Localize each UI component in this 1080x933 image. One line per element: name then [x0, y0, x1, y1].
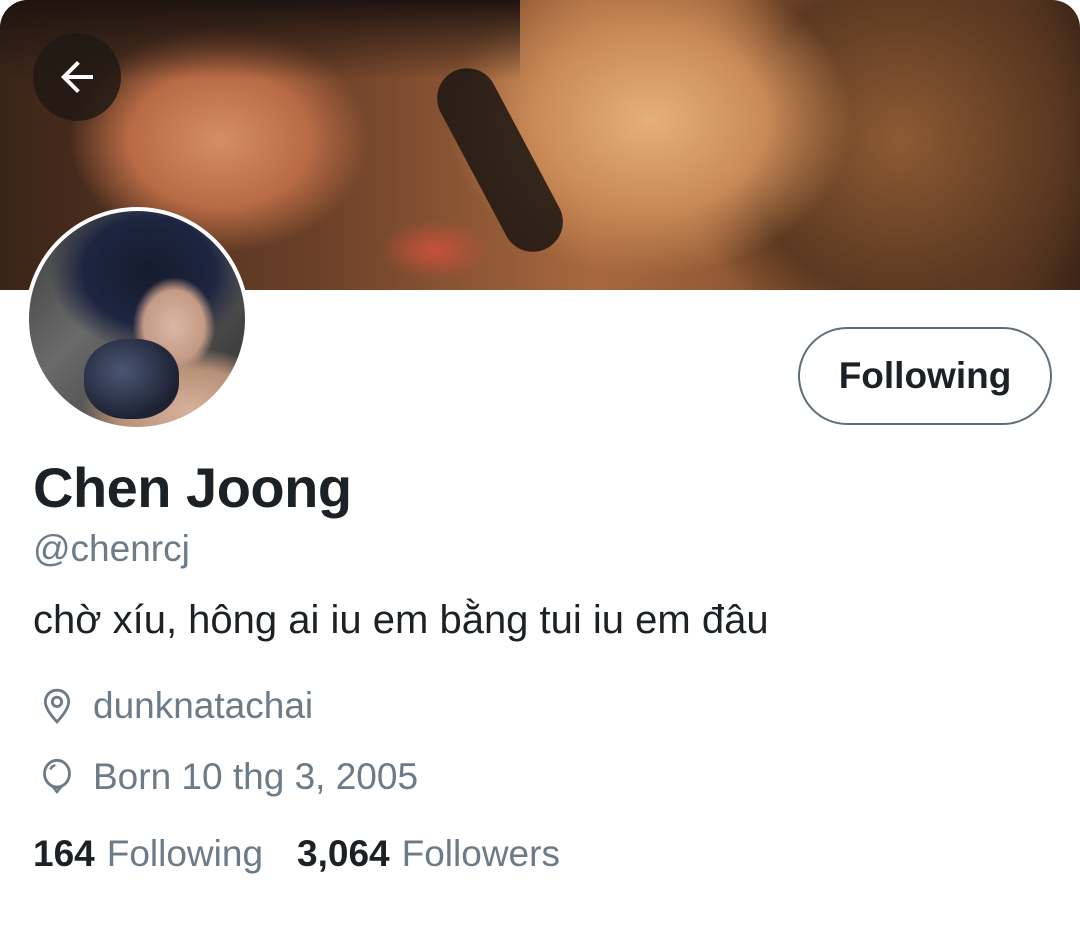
avatar[interactable]: [25, 207, 249, 431]
location-row: dunknatachai: [33, 682, 313, 730]
following-label: Following: [106, 833, 264, 874]
bio-text: chờ xíu, hông ai iu em bằng tui iu em đâ…: [33, 598, 769, 642]
location-text: dunknatachai: [93, 685, 314, 726]
birth-date-text: Born 10 thg 3, 2005: [93, 756, 419, 797]
display-name: Chen Joong: [33, 456, 352, 519]
arrow-left-icon: [61, 61, 93, 93]
birth-date-row: Born 10 thg 3, 2005: [33, 753, 418, 801]
profile-screen: Following Chen Joong @chenrcj chờ xíu, h…: [0, 0, 1080, 933]
following-count-link[interactable]: 164 Following: [33, 833, 263, 875]
user-handle: @chenrcj: [33, 528, 190, 569]
followers-label: Followers: [401, 833, 560, 874]
follow-stats: 164 Following 3,064 Followers: [33, 833, 560, 875]
location-pin-icon: [33, 682, 81, 730]
balloon-icon: [33, 753, 81, 801]
followers-count: 3,064: [297, 833, 390, 874]
following-count: 164: [33, 833, 95, 874]
avatar-detail: [84, 339, 179, 419]
followers-count-link[interactable]: 3,064 Followers: [297, 833, 560, 875]
following-button[interactable]: Following: [798, 327, 1052, 425]
back-button[interactable]: [33, 33, 121, 121]
banner-detail: [380, 220, 490, 280]
